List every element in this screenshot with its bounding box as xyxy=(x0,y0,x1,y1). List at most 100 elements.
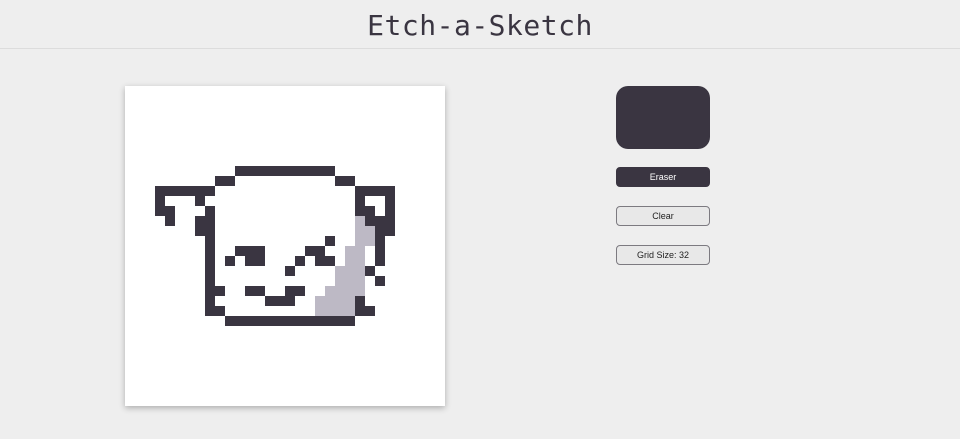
grid-cell[interactable] xyxy=(215,266,225,276)
grid-cell[interactable] xyxy=(375,86,385,96)
grid-cell[interactable] xyxy=(185,316,195,326)
grid-cell[interactable] xyxy=(435,136,445,146)
grid-cell[interactable] xyxy=(355,116,365,126)
grid-cell[interactable] xyxy=(255,356,265,366)
grid-cell[interactable] xyxy=(275,86,285,96)
grid-cell[interactable] xyxy=(245,236,255,246)
grid-cell[interactable] xyxy=(145,386,155,396)
grid-cell[interactable] xyxy=(245,186,255,196)
grid-cell[interactable] xyxy=(395,236,405,246)
grid-cell[interactable] xyxy=(205,366,215,376)
grid-cell[interactable] xyxy=(325,386,335,396)
grid-cell[interactable] xyxy=(195,346,205,356)
grid-cell[interactable] xyxy=(405,336,415,346)
grid-cell[interactable] xyxy=(285,256,295,266)
grid-cell[interactable] xyxy=(145,216,155,226)
grid-cell[interactable] xyxy=(345,126,355,136)
grid-cell[interactable] xyxy=(175,366,185,376)
grid-cell[interactable] xyxy=(175,216,185,226)
grid-cell[interactable] xyxy=(175,346,185,356)
grid-cell[interactable] xyxy=(185,166,195,176)
grid-cell[interactable] xyxy=(305,356,315,366)
grid-cell[interactable] xyxy=(305,386,315,396)
grid-cell[interactable] xyxy=(135,186,145,196)
grid-cell[interactable] xyxy=(325,96,335,106)
grid-cell[interactable] xyxy=(225,376,235,386)
grid-cell[interactable] xyxy=(205,166,215,176)
grid-cell[interactable] xyxy=(355,346,365,356)
grid-cell[interactable] xyxy=(385,336,395,346)
grid-cell[interactable] xyxy=(425,396,435,406)
grid-cell[interactable] xyxy=(155,336,165,346)
grid-cell[interactable] xyxy=(145,206,155,216)
grid-cell[interactable] xyxy=(195,246,205,256)
grid-cell[interactable] xyxy=(305,376,315,386)
grid-cell[interactable] xyxy=(385,176,395,186)
grid-cell[interactable] xyxy=(415,356,425,366)
grid-cell[interactable] xyxy=(365,96,375,106)
grid-cell[interactable] xyxy=(155,116,165,126)
grid-cell[interactable] xyxy=(185,126,195,136)
grid-cell[interactable] xyxy=(315,156,325,166)
grid-cell[interactable] xyxy=(425,176,435,186)
grid-cell[interactable] xyxy=(295,116,305,126)
grid-cell[interactable] xyxy=(345,186,355,196)
grid-cell[interactable] xyxy=(155,356,165,366)
grid-cell[interactable] xyxy=(435,146,445,156)
grid-cell[interactable] xyxy=(235,346,245,356)
grid-cell[interactable] xyxy=(255,346,265,356)
grid-cell[interactable] xyxy=(125,376,135,386)
grid-cell[interactable] xyxy=(405,326,415,336)
grid-cell[interactable] xyxy=(275,256,285,266)
grid-cell[interactable] xyxy=(275,156,285,166)
grid-cell[interactable] xyxy=(125,226,135,236)
grid-cell[interactable] xyxy=(435,326,445,336)
grid-cell[interactable] xyxy=(275,296,285,306)
grid-cell[interactable] xyxy=(165,216,175,226)
grid-cell[interactable] xyxy=(355,86,365,96)
grid-cell[interactable] xyxy=(335,266,345,276)
grid-cell[interactable] xyxy=(235,366,245,376)
grid-cell[interactable] xyxy=(375,276,385,286)
grid-cell[interactable] xyxy=(325,366,335,376)
grid-cell[interactable] xyxy=(335,156,345,166)
grid-cell[interactable] xyxy=(385,196,395,206)
grid-cell[interactable] xyxy=(395,216,405,226)
grid-cell[interactable] xyxy=(235,126,245,136)
grid-cell[interactable] xyxy=(265,106,275,116)
grid-cell[interactable] xyxy=(305,216,315,226)
grid-cell[interactable] xyxy=(145,306,155,316)
grid-cell[interactable] xyxy=(195,146,205,156)
color-picker-swatch[interactable] xyxy=(616,86,710,149)
grid-cell[interactable] xyxy=(325,166,335,176)
grid-cell[interactable] xyxy=(285,306,295,316)
grid-cell[interactable] xyxy=(275,396,285,406)
grid-cell[interactable] xyxy=(155,276,165,286)
grid-cell[interactable] xyxy=(335,246,345,256)
grid-cell[interactable] xyxy=(225,326,235,336)
grid-cell[interactable] xyxy=(335,396,345,406)
grid-cell[interactable] xyxy=(345,106,355,116)
grid-cell[interactable] xyxy=(435,206,445,216)
grid-cell[interactable] xyxy=(305,396,315,406)
grid-cell[interactable] xyxy=(295,346,305,356)
grid-cell[interactable] xyxy=(195,216,205,226)
grid-cell[interactable] xyxy=(415,366,425,376)
grid-cell[interactable] xyxy=(125,276,135,286)
grid-cell[interactable] xyxy=(225,216,235,226)
grid-cell[interactable] xyxy=(315,226,325,236)
grid-cell[interactable] xyxy=(315,246,325,256)
grid-cell[interactable] xyxy=(225,86,235,96)
grid-cell[interactable] xyxy=(345,326,355,336)
grid-cell[interactable] xyxy=(425,366,435,376)
grid-cell[interactable] xyxy=(245,376,255,386)
grid-cell[interactable] xyxy=(235,86,245,96)
grid-cell[interactable] xyxy=(145,236,155,246)
grid-cell[interactable] xyxy=(135,226,145,236)
grid-cell[interactable] xyxy=(265,206,275,216)
grid-cell[interactable] xyxy=(145,116,155,126)
grid-cell[interactable] xyxy=(135,206,145,216)
grid-cell[interactable] xyxy=(165,386,175,396)
grid-cell[interactable] xyxy=(315,256,325,266)
grid-cell[interactable] xyxy=(285,226,295,236)
